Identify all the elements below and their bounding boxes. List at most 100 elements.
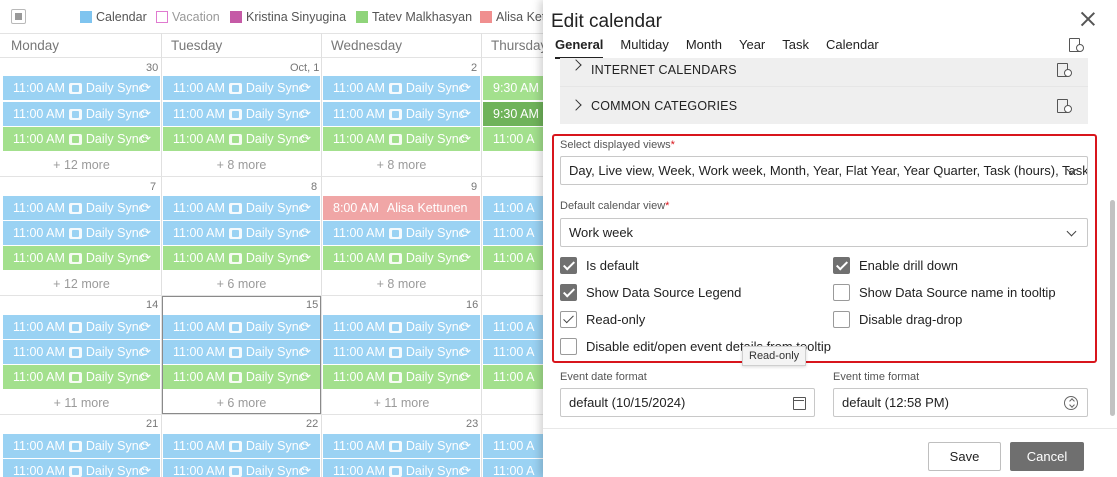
- is-default-checkbox-row[interactable]: Is default: [560, 257, 639, 274]
- close-icon[interactable]: [1080, 11, 1096, 27]
- show-name-tooltip-checkbox-row[interactable]: Show Data Source name in tooltip: [833, 284, 1056, 301]
- event-daily-sync[interactable]: 11:00 AM Daily Sync ⟳: [3, 102, 160, 126]
- day-number[interactable]: Oct, 1: [290, 62, 319, 74]
- event-thursday[interactable]: 11:00 A: [483, 127, 545, 151]
- event-daily-sync[interactable]: 11:00 AM Daily Sync ⟳: [3, 459, 160, 477]
- legend-item-kristina[interactable]: Kristina Sinyugina: [230, 10, 346, 24]
- section-internet-calendars[interactable]: INTERNET CALENDARS: [560, 58, 1088, 86]
- legend-item-vacation[interactable]: Vacation: [156, 10, 220, 24]
- event-daily-sync[interactable]: 11:00 AM Daily Sync ⟳: [163, 221, 320, 245]
- event-daily-sync[interactable]: 11:00 AM Daily Sync ⟳: [323, 434, 480, 458]
- day-number[interactable]: 30: [146, 62, 158, 74]
- event-thursday[interactable]: 11:00 A: [483, 434, 545, 458]
- event-daily-sync[interactable]: 11:00 AM Daily Sync ⟳: [3, 365, 160, 389]
- enable-drill-down-checkbox-row[interactable]: Enable drill down: [833, 257, 958, 274]
- event-daily-sync[interactable]: 11:00 AM Daily Sync ⟳: [163, 459, 320, 477]
- event-daily-sync[interactable]: 11:00 AM Daily Sync ⟳: [3, 315, 160, 339]
- day-number[interactable]: 9: [471, 181, 477, 193]
- event-daily-sync[interactable]: 11:00 AM Daily Sync ⟳: [323, 459, 480, 477]
- day-number[interactable]: 14: [146, 299, 158, 311]
- day-number[interactable]: 2: [471, 62, 477, 74]
- show-legend-checkbox-row[interactable]: Show Data Source Legend: [560, 284, 741, 301]
- event-thursday[interactable]: 9:30 AM: [483, 76, 545, 100]
- more-events-link[interactable]: + 12 more: [3, 158, 160, 172]
- event-daily-sync[interactable]: 11:00 AM Daily Sync ⟳: [3, 434, 160, 458]
- event-thursday[interactable]: 11:00 A: [483, 365, 545, 389]
- event-daily-sync[interactable]: 11:00 AM Daily Sync ⟳: [163, 340, 320, 364]
- section-common-categories[interactable]: COMMON CATEGORIES: [560, 86, 1088, 124]
- displayed-views-select[interactable]: Day, Live view, Week, Work week, Month, …: [560, 156, 1088, 185]
- event-daily-sync[interactable]: 11:00 AM Daily Sync ⟳: [163, 102, 320, 126]
- day-number[interactable]: 16: [466, 299, 478, 311]
- enable-drill-down-checkbox[interactable]: [833, 257, 850, 274]
- tab-month[interactable]: Month: [686, 37, 722, 59]
- legend-item-tatev[interactable]: Tatev Malkhasyan: [356, 10, 472, 24]
- legend-select-all-checkbox[interactable]: [11, 9, 26, 24]
- event-thursday[interactable]: 11:00 A: [483, 459, 545, 477]
- help-book-icon[interactable]: [1069, 38, 1084, 52]
- event-daily-sync[interactable]: 11:00 AM Daily Sync ⟳: [163, 76, 320, 100]
- help-book-icon[interactable]: [1057, 99, 1072, 113]
- day-number[interactable]: 8: [311, 181, 317, 193]
- help-book-icon[interactable]: [1057, 63, 1072, 77]
- more-events-link[interactable]: + 8 more: [163, 158, 320, 172]
- event-daily-sync[interactable]: 11:00 AM Daily Sync ⟳: [3, 76, 160, 100]
- event-daily-sync[interactable]: 11:00 AM Daily Sync ⟳: [323, 76, 480, 100]
- tab-multiday[interactable]: Multiday: [620, 37, 668, 59]
- save-button[interactable]: Save: [928, 442, 1001, 471]
- more-events-link[interactable]: + 11 more: [323, 396, 480, 410]
- day-number[interactable]: 23: [466, 418, 478, 430]
- tab-calendar[interactable]: Calendar: [826, 37, 879, 59]
- legend-item-alisa[interactable]: Alisa Ket: [480, 10, 545, 24]
- event-daily-sync[interactable]: 11:00 AM Daily Sync ⟳: [323, 221, 480, 245]
- tab-task[interactable]: Task: [782, 37, 809, 59]
- day-number[interactable]: 22: [306, 418, 318, 430]
- event-thursday[interactable]: 11:00 A: [483, 315, 545, 339]
- event-daily-sync[interactable]: 11:00 AM Daily Sync ⟳: [3, 221, 160, 245]
- day-number[interactable]: 21: [146, 418, 158, 430]
- event-daily-sync[interactable]: 11:00 AM Daily Sync ⟳: [163, 196, 320, 220]
- more-events-link[interactable]: + 8 more: [323, 277, 480, 291]
- event-thursday[interactable]: 11:00 A: [483, 246, 545, 270]
- more-events-link[interactable]: + 6 more: [163, 396, 320, 410]
- event-daily-sync[interactable]: 11:00 AM Daily Sync ⟳: [323, 246, 480, 270]
- disable-drag-drop-checkbox[interactable]: [833, 311, 850, 328]
- default-view-select[interactable]: Work week: [560, 218, 1088, 247]
- read-only-checkbox[interactable]: [560, 311, 577, 328]
- event-thursday[interactable]: 11:00 A: [483, 196, 545, 220]
- cancel-button[interactable]: Cancel: [1010, 442, 1084, 471]
- event-daily-sync[interactable]: 11:00 AM Daily Sync ⟳: [163, 315, 320, 339]
- date-format-input[interactable]: default (10/15/2024): [560, 388, 815, 417]
- more-events-link[interactable]: + 12 more: [3, 277, 160, 291]
- read-only-checkbox-row[interactable]: Read-only: [560, 311, 645, 328]
- event-daily-sync[interactable]: 11:00 AM Daily Sync ⟳: [163, 246, 320, 270]
- event-daily-sync[interactable]: 11:00 AM Daily Sync ⟳: [163, 365, 320, 389]
- event-daily-sync[interactable]: 11:00 AM Daily Sync ⟳: [3, 196, 160, 220]
- more-events-link[interactable]: + 11 more: [3, 396, 160, 410]
- event-daily-sync[interactable]: 11:00 AM Daily Sync ⟳: [163, 434, 320, 458]
- day-number[interactable]: 15: [306, 299, 318, 311]
- is-default-checkbox[interactable]: [560, 257, 577, 274]
- day-number[interactable]: 7: [150, 181, 156, 193]
- event-thursday[interactable]: 11:00 A: [483, 221, 545, 245]
- more-events-link[interactable]: + 6 more: [163, 277, 320, 291]
- disable-drag-drop-checkbox-row[interactable]: Disable drag-drop: [833, 311, 962, 328]
- calendar-icon[interactable]: [793, 397, 806, 410]
- event-daily-sync[interactable]: 11:00 AM Daily Sync ⟳: [323, 102, 480, 126]
- legend-item-calendar[interactable]: Calendar: [80, 10, 147, 24]
- event-daily-sync[interactable]: 11:00 AM Daily Sync ⟳: [323, 315, 480, 339]
- event-daily-sync[interactable]: 11:00 AM Daily Sync ⟳: [323, 340, 480, 364]
- time-format-input[interactable]: default (12:58 PM): [833, 388, 1088, 417]
- more-events-link[interactable]: + 8 more: [323, 158, 480, 172]
- tab-general[interactable]: General: [555, 37, 604, 59]
- spinner-icon[interactable]: [1064, 396, 1078, 410]
- event-thursday[interactable]: 9:30 AM: [483, 102, 545, 126]
- disable-edit-checkbox[interactable]: [560, 338, 577, 355]
- event-thursday[interactable]: 11:00 A: [483, 340, 545, 364]
- event-daily-sync[interactable]: 11:00 AM Daily Sync ⟳: [163, 127, 320, 151]
- event-daily-sync[interactable]: 11:00 AM Daily Sync ⟳: [323, 365, 480, 389]
- event-daily-sync[interactable]: 11:00 AM Daily Sync ⟳: [3, 246, 160, 270]
- show-name-tooltip-checkbox[interactable]: [833, 284, 850, 301]
- event-daily-sync[interactable]: 11:00 AM Daily Sync ⟳: [3, 127, 160, 151]
- event-alisa-kettunen[interactable]: 8:00 AM Alisa Kettunen: [323, 196, 480, 220]
